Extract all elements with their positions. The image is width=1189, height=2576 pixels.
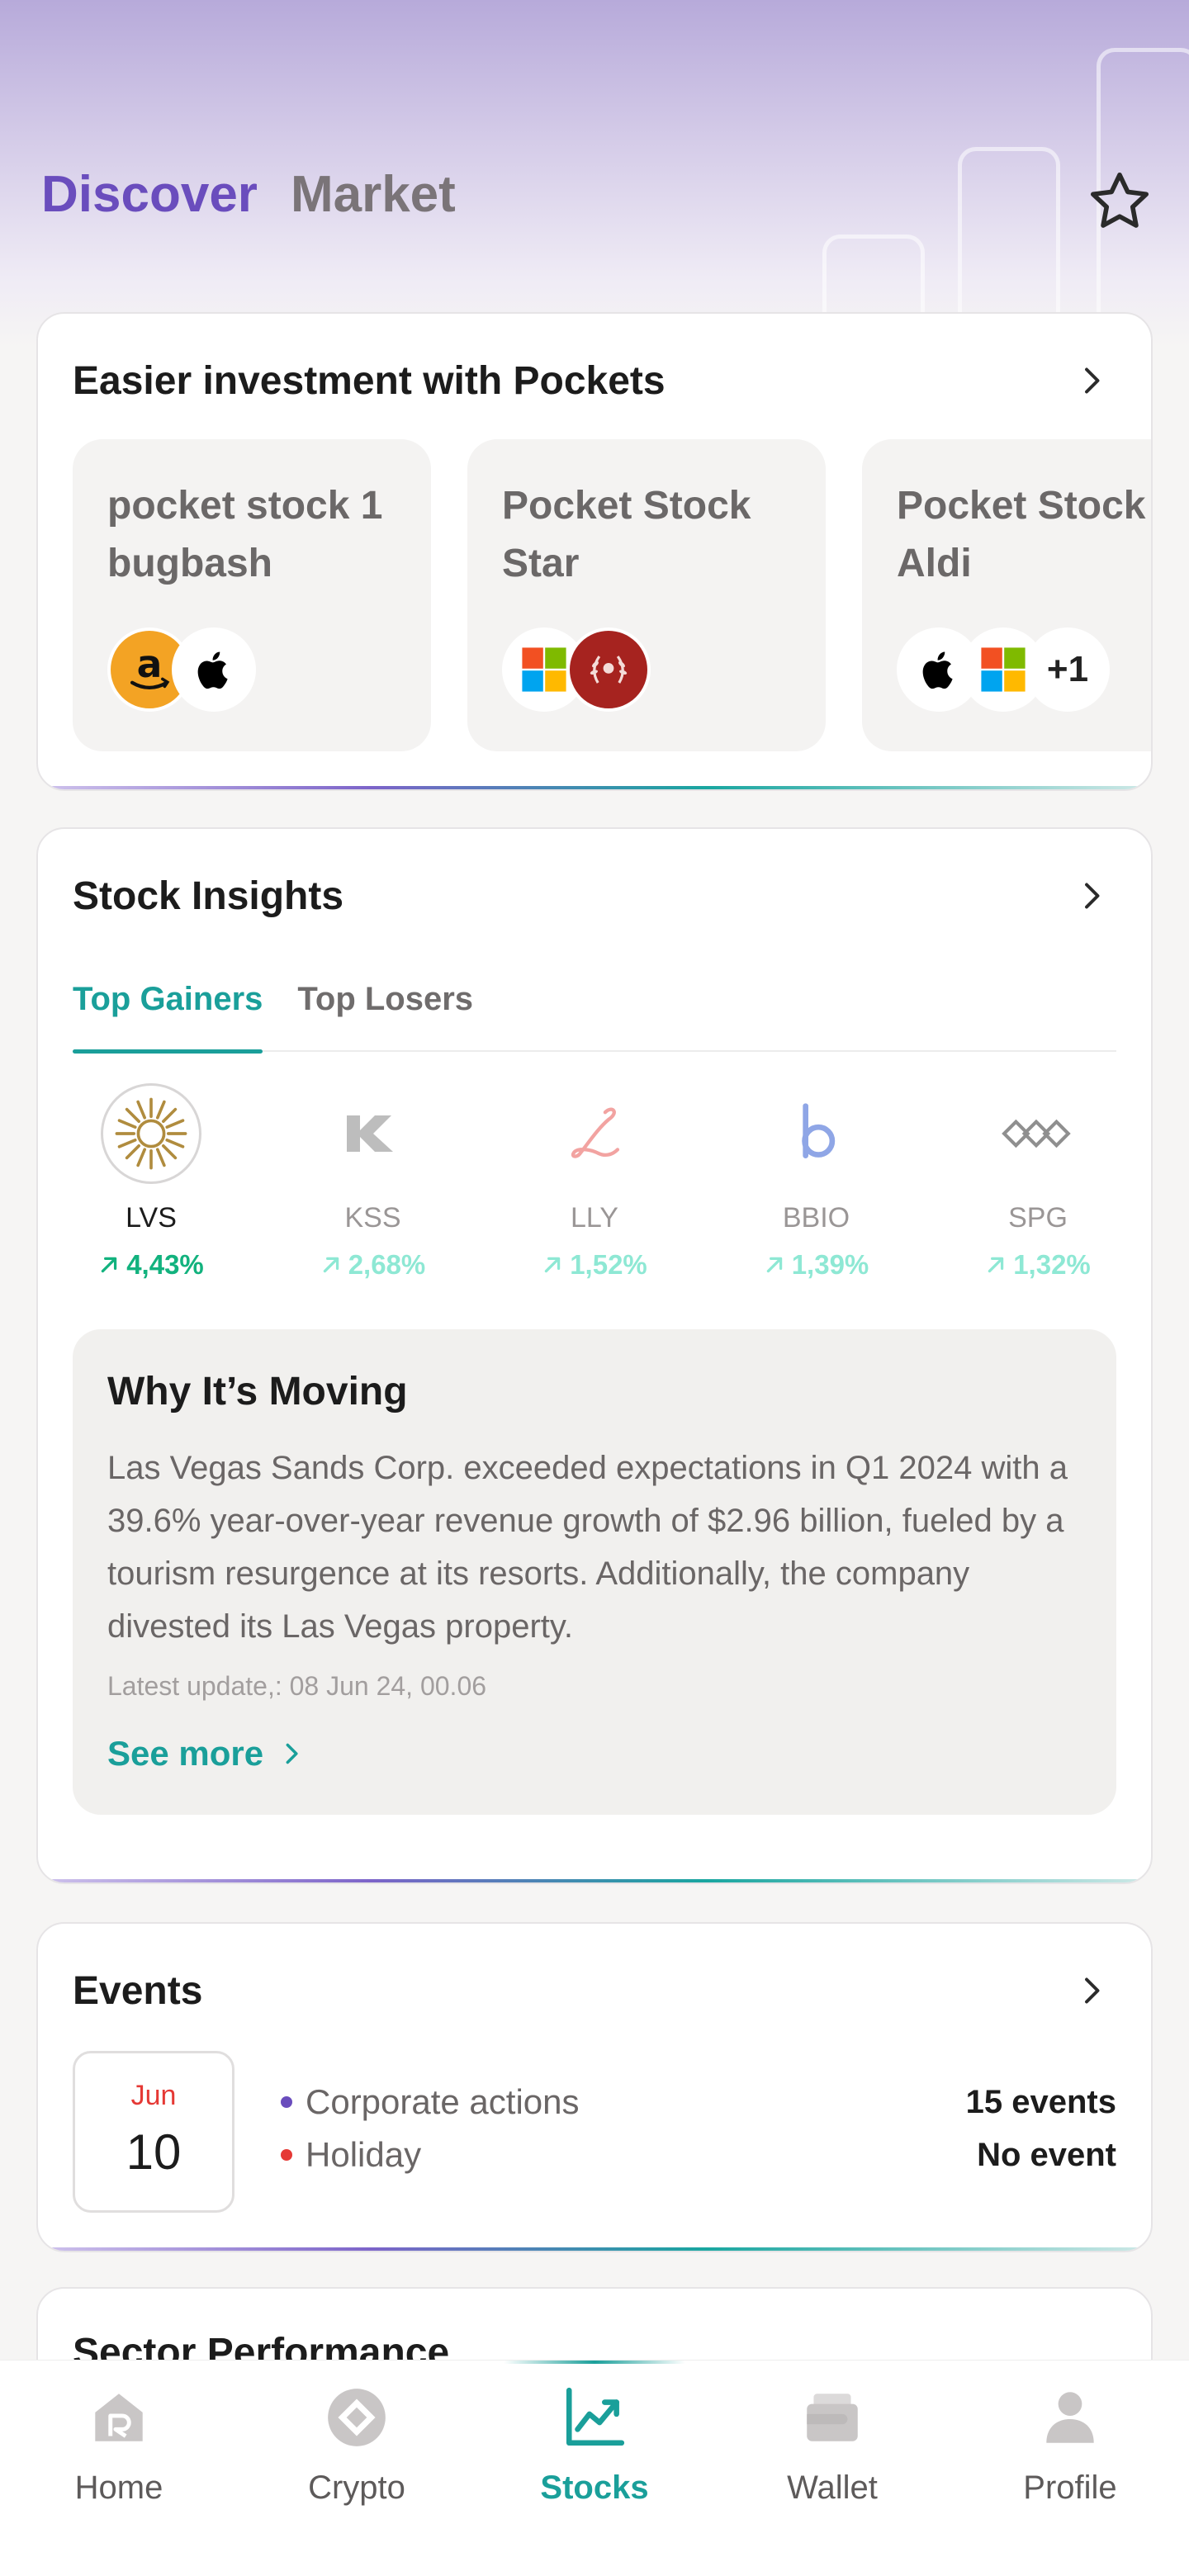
gainer-change: 1,52%: [570, 1249, 647, 1280]
chevron-right-icon[interactable]: [1067, 1966, 1116, 2015]
gainer-item-bbio[interactable]: BBIO 1,39%: [738, 1083, 895, 1298]
gainer-change: 1,32%: [1013, 1249, 1091, 1280]
nav-label: Home: [74, 2469, 163, 2506]
event-line-corporate-actions[interactable]: Corporate actions 15 events: [281, 2076, 1116, 2129]
gainer-ticker: KSS: [344, 1202, 401, 1234]
apple-logo-icon: [172, 627, 256, 712]
bbio-logo-icon: [766, 1083, 867, 1184]
arrow-up-right-icon: [766, 1257, 782, 1273]
header: Discover Market: [0, 0, 1189, 347]
svg-text:a: a: [137, 642, 163, 686]
arrow-up-right-icon: [101, 1257, 117, 1273]
why-its-moving-body: Las Vegas Sands Corp. exceeded expectati…: [107, 1450, 1068, 1645]
pocket-card[interactable]: pocket stock 1 bugbash a: [73, 439, 431, 751]
pocket-name: Pocket Stock Aldi: [897, 484, 1146, 585]
spg-logo-icon: [988, 1083, 1088, 1184]
nav-label: Crypto: [308, 2469, 405, 2506]
tab-top-gainers[interactable]: Top Gainers: [73, 976, 263, 1054]
chevron-right-icon[interactable]: [1067, 356, 1116, 405]
tab-discover[interactable]: Discover: [41, 165, 258, 224]
pocket-name: pocket stock 1 bugbash: [107, 484, 383, 585]
decorative-bar: [958, 147, 1060, 337]
pocket-card[interactable]: Pocket Stock Star: [467, 439, 826, 751]
kss-logo-icon: [323, 1083, 424, 1184]
pockets-carousel[interactable]: pocket stock 1 bugbash a Pocket Stock St…: [73, 439, 1151, 751]
laurel-logo-icon: [566, 627, 651, 712]
gainer-change: 4,43%: [126, 1249, 204, 1280]
events-card: Events Jun 10 Corporate actions 15 event…: [36, 1922, 1153, 2252]
nav-label: Profile: [1023, 2469, 1117, 2506]
chevron-right-icon: [286, 1743, 298, 1764]
corporate-actions-dot: [281, 2096, 292, 2108]
pocket-card[interactable]: Pocket Stock Aldi +1: [862, 439, 1151, 751]
nav-stocks[interactable]: Stocks: [476, 2361, 713, 2507]
pockets-card: Easier investment with Pockets pocket st…: [36, 312, 1153, 791]
event-date-day: 10: [126, 2124, 182, 2180]
sun-logo-icon: [101, 1083, 201, 1184]
event-label: Corporate actions: [306, 2082, 580, 2121]
profile-icon: [1033, 2380, 1107, 2455]
stock-insights-card: Stock Insights Top Gainers Top Losers LV…: [36, 827, 1153, 1884]
stocks-chart-icon: [557, 2380, 632, 2455]
holiday-dot: [281, 2149, 292, 2161]
nav-crypto[interactable]: Crypto: [238, 2361, 476, 2507]
pocket-name: Pocket Stock Star: [502, 484, 751, 585]
pockets-title: Easier investment with Pockets: [73, 358, 666, 403]
home-icon: [82, 2380, 156, 2455]
nav-label: Wallet: [787, 2469, 878, 2506]
event-label: Holiday: [306, 2135, 422, 2174]
see-more-link[interactable]: See more: [107, 1734, 303, 1773]
nav-profile[interactable]: Profile: [951, 2361, 1189, 2507]
gainer-item-kss[interactable]: KSS 2,68%: [295, 1083, 452, 1298]
arrow-up-right-icon: [988, 1257, 1004, 1273]
gainer-item-lly[interactable]: LLY 1,52%: [516, 1083, 673, 1298]
tab-market[interactable]: Market: [291, 165, 456, 224]
see-more-label: See more: [107, 1734, 264, 1773]
latest-update-text: Latest update,: 08 Jun 24, 00.06: [107, 1671, 487, 1701]
events-title: Events: [73, 1968, 203, 2013]
event-count: No event: [977, 2136, 1116, 2173]
event-line-holiday[interactable]: Holiday No event: [281, 2129, 1116, 2181]
wallet-icon: [795, 2380, 869, 2455]
gainer-item-spg[interactable]: SPG 1,32%: [959, 1083, 1116, 1298]
more-logos-count: +1: [1026, 627, 1110, 712]
arrow-up-right-icon: [544, 1257, 561, 1273]
insights-tabs: Top Gainers Top Losers: [73, 976, 1116, 1054]
why-its-moving-title: Why It’s Moving: [107, 1370, 408, 1413]
header-tabs: Discover Market: [41, 165, 456, 224]
gainer-ticker: LVS: [126, 1202, 177, 1234]
bottom-navigation: Home Crypto Stocks Wallet Profile: [0, 2360, 1189, 2576]
stock-insights-title: Stock Insights: [73, 874, 344, 918]
event-count: 15 events: [965, 2083, 1116, 2120]
lly-logo-icon: [544, 1083, 645, 1184]
gainer-ticker: LLY: [571, 1202, 618, 1234]
gainer-item-lvs[interactable]: LVS 4,43%: [73, 1083, 230, 1298]
chevron-right-icon[interactable]: [1067, 871, 1116, 921]
event-lines: Corporate actions 15 events Holiday No e…: [281, 2076, 1116, 2181]
star-icon[interactable]: [1085, 167, 1154, 236]
gainer-change: 1,39%: [791, 1249, 869, 1280]
nav-wallet[interactable]: Wallet: [713, 2361, 951, 2507]
event-date-month: Jun: [130, 2080, 177, 2111]
tab-top-losers[interactable]: Top Losers: [297, 976, 473, 1052]
nav-home[interactable]: Home: [0, 2361, 238, 2507]
crypto-icon: [320, 2380, 394, 2455]
gainer-change: 2,68%: [348, 1249, 426, 1280]
event-date[interactable]: Jun 10: [73, 2051, 234, 2213]
gainer-ticker: SPG: [1008, 1202, 1068, 1234]
arrow-up-right-icon: [323, 1257, 339, 1273]
gainer-ticker: BBIO: [782, 1202, 850, 1234]
top-gainers-list: LVS 4,43% KSS 2,68% LLY 1,52% BBIO 1,39%…: [73, 1083, 1116, 1298]
why-its-moving-panel: Why It’s Moving Las Vegas Sands Corp. ex…: [73, 1329, 1116, 1815]
nav-label: Stocks: [540, 2469, 649, 2506]
